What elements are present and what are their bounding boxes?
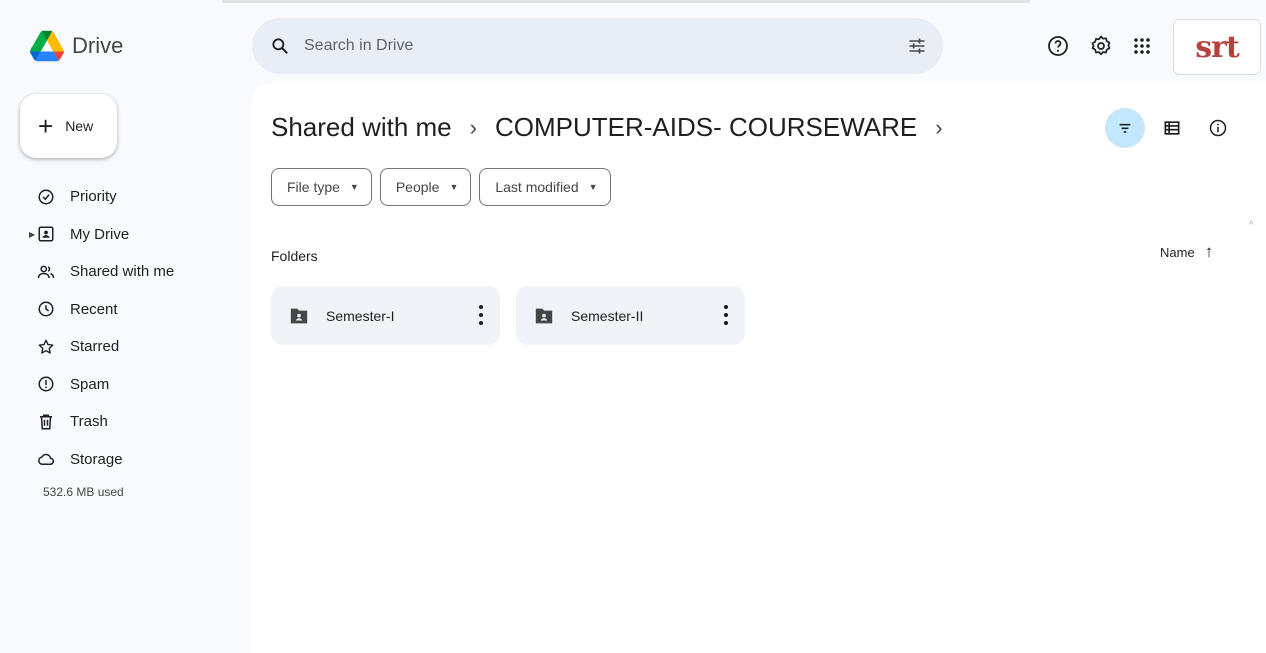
search-input[interactable]	[304, 37, 864, 55]
sidebar-item-recent[interactable]: Recent	[0, 291, 240, 329]
sidebar-item-priority[interactable]: Priority	[0, 178, 240, 216]
my-drive-icon	[38, 226, 54, 242]
filter-chip-last-modified[interactable]: Last modified ▼	[479, 168, 611, 206]
search-icon[interactable]	[270, 36, 290, 56]
list-view-icon[interactable]	[1162, 118, 1182, 138]
star-icon	[38, 339, 54, 354]
info-icon[interactable]	[1208, 118, 1228, 138]
sidebar-item-label: Starred	[70, 338, 120, 356]
folder-name: Semester-II	[571, 307, 644, 324]
sidebar-item-label: Shared with me	[70, 263, 175, 281]
sidebar-item-label: Storage	[70, 450, 123, 468]
sidebar-item-label: Spam	[70, 375, 110, 393]
sidebar-item-label: Priority	[70, 188, 117, 206]
spam-icon	[38, 376, 54, 392]
folder-name: Semester-I	[326, 307, 395, 324]
sidebar-item-starred[interactable]: Starred	[0, 328, 240, 366]
shared-folder-icon	[535, 308, 553, 323]
chip-label: People	[395, 179, 440, 195]
breadcrumb: Shared with me › COMPUTER-AIDS- COURSEWA…	[271, 112, 943, 143]
sidebar-item-label: My Drive	[70, 225, 130, 243]
sidebar-item-shared-with-me[interactable]: Shared with me	[0, 253, 240, 291]
settings-icon[interactable]	[1089, 34, 1113, 58]
top-divider	[222, 0, 1030, 3]
sort-ascending-arrow-icon[interactable]: ↑	[1205, 242, 1214, 262]
sort-by-name-button[interactable]: Name ↑	[1160, 242, 1213, 262]
folder-card[interactable]: Semester-II	[516, 286, 745, 345]
breadcrumb-item-current-folder[interactable]: COMPUTER-AIDS- COURSEWARE	[495, 112, 917, 143]
app-name: Drive	[72, 33, 124, 58]
sidebar-item-trash[interactable]: Trash	[0, 403, 240, 441]
sidebar-item-label: Trash	[70, 413, 108, 431]
trash-icon	[40, 414, 52, 430]
sort-label: Name	[1160, 244, 1195, 260]
dropdown-arrow-icon: ▼	[588, 182, 598, 192]
apps-grid-icon[interactable]	[1130, 34, 1154, 58]
chip-label: Last modified	[495, 179, 579, 195]
clock-icon	[38, 301, 54, 317]
filter-chips: File type ▼ People ▼ Last modified ▼	[271, 168, 611, 206]
folder-card[interactable]: Semester-I	[271, 286, 500, 345]
sidebar-item-my-drive[interactable]: ▶ My Drive	[0, 216, 240, 254]
scroll-up-arrow-icon[interactable]: ^	[1249, 220, 1254, 231]
sidebar-nav: Priority ▶ My Drive Shared with me Recen…	[0, 178, 240, 478]
sidebar-item-spam[interactable]: Spam	[0, 366, 240, 404]
filter-chip-people[interactable]: People ▼	[379, 168, 472, 206]
sidebar-item-storage[interactable]: Storage	[0, 441, 240, 479]
chevron-right-icon[interactable]: ›	[935, 115, 942, 141]
shared-people-icon	[37, 265, 55, 278]
expand-caret-icon[interactable]: ▶	[29, 230, 35, 239]
avatar-logo-text: srt	[1195, 29, 1240, 65]
help-icon[interactable]	[1046, 34, 1070, 58]
google-drive-logo-icon	[30, 30, 64, 62]
breadcrumb-item-shared-with-me[interactable]: Shared with me	[271, 112, 452, 143]
more-actions-icon[interactable]	[723, 305, 729, 325]
storage-used-text: 532.6 MB used	[43, 485, 124, 499]
drive-logo[interactable]: Drive	[30, 26, 123, 66]
more-actions-icon[interactable]	[478, 305, 484, 325]
filter-toggle-button[interactable]	[1105, 108, 1145, 148]
shared-folder-icon	[290, 308, 308, 323]
new-button[interactable]: + New	[20, 94, 117, 158]
plus-icon: +	[38, 111, 54, 141]
account-avatar[interactable]: srt	[1173, 19, 1261, 75]
filter-chip-file-type[interactable]: File type ▼	[271, 168, 372, 206]
search-bar[interactable]	[252, 18, 943, 74]
chevron-right-icon: ›	[469, 114, 477, 140]
new-button-label: New	[65, 118, 94, 134]
filter-icon	[1119, 123, 1131, 133]
priority-check-icon	[38, 189, 54, 205]
tune-icon[interactable]	[907, 36, 927, 56]
chip-label: File type	[287, 179, 340, 195]
cloud-icon	[38, 453, 55, 466]
folders-heading: Folders	[271, 248, 318, 264]
dropdown-arrow-icon: ▼	[349, 182, 359, 192]
dropdown-arrow-icon: ▼	[449, 182, 459, 192]
main-panel: Shared with me › COMPUTER-AIDS- COURSEWA…	[252, 84, 1266, 653]
sidebar-item-label: Recent	[70, 300, 118, 318]
